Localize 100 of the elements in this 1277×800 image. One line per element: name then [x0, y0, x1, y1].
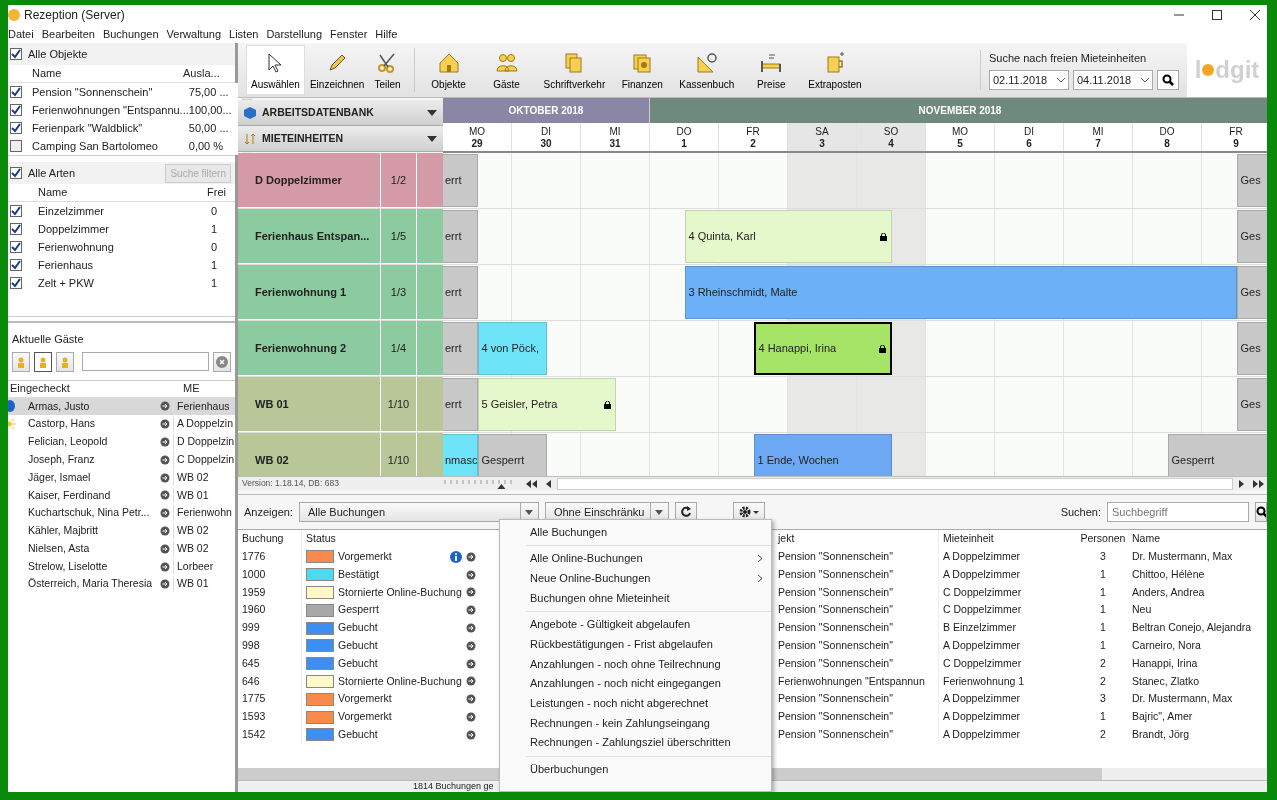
table-cell-text: Brandt, Jörg [1131, 727, 1191, 742]
table-cell-text: Beltran Conejo, Alejandra [1131, 620, 1253, 636]
table-cell: WB 02 [173, 523, 235, 539]
guest-name: Castorp, Hans [28, 416, 97, 432]
table-cell-text: 1593 [241, 709, 267, 725]
column-header: Status [301, 530, 496, 548]
table-cell-text: Pension "Sonnenschein" [778, 655, 894, 671]
table-cell-text: 2 [1099, 727, 1107, 742]
guest-name: Kähler, Majbritt [28, 523, 100, 539]
status-text: 1814 Buchungen ge [413, 781, 494, 792]
status-label: Vorgemerkt [338, 709, 393, 725]
day-header: DI 6 [995, 123, 1064, 151]
table-cell-text: 50,00 ... [188, 120, 230, 136]
table-cell: A Doppelzin [173, 416, 235, 433]
field-label: Anzeigen: [244, 504, 293, 520]
table-cell-text: 100,00... [188, 102, 233, 118]
table-cell-text: Ferienwohnungen "Entspannun [778, 673, 926, 689]
column-header: Ausla... [183, 66, 221, 82]
table-cell-text: C Doppelzimmer [943, 584, 1022, 600]
table-cell: WB 01 [173, 487, 235, 504]
table-cell-text: Einzelzimmer [38, 203, 105, 219]
table-cell-text: A Doppelzimmer [943, 549, 1021, 564]
month-header: OKTOBER 2018 [443, 98, 650, 123]
table-cell-text: 75,00 ... [188, 84, 230, 100]
table-cell-text: Ferienwohnungen "Entspannu... [32, 102, 189, 118]
table-cell-text: 999 [241, 620, 261, 636]
table-cell-text: Chittoo, Hélène [1131, 566, 1206, 582]
table-cell: WB 02 [173, 540, 235, 557]
day-header: SO 4 [857, 123, 926, 151]
table-cell-text: Dr. Mustermann, Max [1131, 549, 1234, 564]
table-cell-text: 1 [1099, 709, 1107, 725]
table-cell-text: Ferienhaus [38, 257, 95, 273]
table-cell-text: Zelt + PKW [38, 275, 95, 291]
table-cell-text: Ferienwohnung [38, 239, 115, 255]
table-cell-text: Ferienpark "Waldblick" [32, 120, 144, 136]
table-cell-text: Pension "Sonnenschein" [778, 638, 894, 653]
table-cell-text: Neu [1131, 602, 1153, 618]
column-header: Name [31, 66, 63, 82]
guest-name: Kuchartschuk, Nina Petr... [28, 505, 151, 521]
table-cell-text: 0 [211, 203, 219, 219]
table-cell-text: 1 [211, 221, 219, 237]
table-cell-text: 1 [1099, 638, 1107, 653]
column-header: Buchung [241, 531, 285, 547]
table-cell-text: A Doppelzimmer [943, 638, 1021, 653]
table-cell-text: Pension "Sonnenschein" [778, 709, 894, 725]
status-label: Vorgemerkt [338, 549, 393, 564]
table-cell-text: A Doppelzimmer [943, 727, 1021, 742]
table-cell-text: Carneiro, Nora [1131, 638, 1202, 653]
table-cell: Lorbeer [173, 558, 235, 575]
month-header: NOVEMBER 2018 [650, 98, 1267, 123]
table-cell-text: 1 [211, 257, 219, 273]
day-header: MO 29 [443, 123, 512, 151]
status-label: Gesperrt [338, 602, 380, 618]
table-cell-text: 646 [241, 673, 261, 689]
status-label: Gebucht [338, 655, 379, 671]
column-header: Mieteinheit [938, 530, 1078, 548]
window-title: Rezeption (Server) [24, 7, 126, 24]
table-cell: A Doppelzimmer [943, 709, 1021, 725]
table-cell-text: Doppelzimmer [38, 221, 110, 237]
column-header: Frei [207, 185, 227, 201]
table-cell-text: 0,00 % [188, 138, 225, 154]
status-label: Stornierte Online-Buchung [338, 673, 462, 689]
table-cell-text: Stanec, Zlatko [1131, 673, 1201, 689]
table-cell-text: 1 [1099, 584, 1107, 600]
table-cell: D Doppelzin [173, 434, 235, 450]
guest-name: Österreich, Maria Theresia [28, 576, 154, 592]
table-cell-text: 3 [1099, 691, 1107, 707]
section-label: Suche nach freien Mieteinheiten [989, 50, 1148, 66]
day-header: DO 8 [1133, 123, 1202, 151]
day-header: DI 30 [512, 123, 581, 151]
table-cell: WB 02 [173, 469, 235, 486]
column-header: Name [37, 185, 69, 201]
table-cell: C Doppelzin [173, 451, 235, 468]
guest-name: Kaiser, Ferdinand [28, 487, 112, 503]
section-label: Alle Objekte [28, 46, 88, 62]
guest-name: Jäger, Ismael [28, 469, 92, 485]
table-cell: WB 01 [173, 576, 235, 593]
table-cell-text: Pension "Sonnenschein" [778, 691, 894, 707]
column-header: Personen [1079, 531, 1127, 547]
table-cell-text: Pension "Sonnenschein" [778, 727, 894, 742]
column-header: ME [183, 381, 201, 397]
day-header: FR 9 [1202, 123, 1267, 151]
table-cell-text: 1 [211, 275, 219, 291]
table-cell-text: Bajric", Amer [1131, 709, 1194, 725]
day-header: MI 7 [1064, 123, 1133, 151]
table-cell-text: A Doppelzimmer [943, 691, 1021, 707]
column-header: Eingecheckt [9, 381, 71, 397]
table-cell-text: 1 [1099, 566, 1107, 582]
guest-name: Nielsen, Asta [28, 540, 91, 556]
table-cell-text: C Doppelzimmer [943, 655, 1022, 671]
day-header: MI 31 [581, 123, 650, 151]
table-cell: B Einzelzimmer [943, 620, 1016, 636]
status-label: Gebucht [338, 638, 379, 653]
field-label: Suchen: [1060, 504, 1101, 520]
day-header: MO 5 [926, 123, 995, 151]
table-cell-text: A Doppelzimmer [943, 566, 1021, 582]
section-label: Aktuelle Gäste [11, 332, 85, 347]
table-cell-text: Anders, Andrea [1131, 584, 1206, 600]
table-cell-text: Pension "Sonnenschein" [778, 620, 894, 636]
table-cell-text: 1775 [241, 691, 267, 707]
